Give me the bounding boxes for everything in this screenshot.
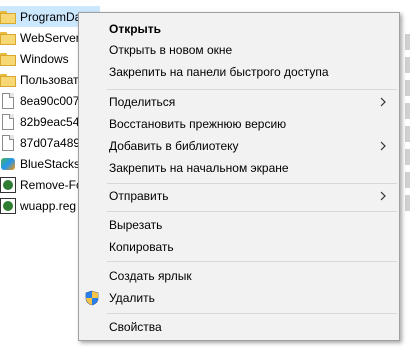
file-icon	[0, 113, 16, 130]
menu-separator	[107, 183, 397, 184]
side-strip	[404, 0, 410, 351]
menu-item-create-shortcut[interactable]: Создать ярлык	[79, 265, 399, 287]
menu-item-label: Поделиться	[109, 95, 176, 109]
menu-item-label: Вырезать	[109, 218, 163, 232]
side-mark	[405, 103, 410, 119]
menu-item-label: Копировать	[109, 240, 174, 254]
menu-item-label: Восстановить прежнюю версию	[109, 117, 287, 131]
folder-icon	[0, 9, 16, 25]
chevron-right-icon	[380, 141, 386, 151]
file-name: wuapp.reg	[20, 198, 77, 213]
file-name: Windows	[20, 51, 69, 66]
registry-icon	[0, 197, 16, 214]
file-name: 82b9eac54t	[20, 114, 83, 129]
file-name: 87d07a4891	[20, 135, 87, 150]
bluestacks-icon	[0, 156, 16, 172]
menu-item-label: Открыть	[109, 22, 162, 36]
side-mark	[405, 126, 410, 142]
chevron-right-icon	[380, 191, 386, 201]
menu-item-label: Удалить	[109, 291, 155, 305]
side-mark	[405, 172, 410, 188]
menu-separator	[107, 89, 397, 90]
context-menu: Открыть Открыть в новом окне Закрепить н…	[78, 12, 400, 341]
folder-icon	[0, 30, 16, 46]
menu-item-label: Закрепить на начальном экране	[109, 161, 289, 175]
uac-shield-icon	[85, 290, 99, 306]
menu-item-label: Открыть в новом окне	[109, 43, 233, 57]
file-name: Пользоват	[20, 72, 79, 87]
menu-item-label: Добавить в библиотеку	[109, 139, 239, 153]
menu-item-send-to[interactable]: Отправить	[79, 185, 399, 207]
menu-item-delete[interactable]: Удалить	[79, 287, 399, 309]
side-mark	[405, 195, 410, 211]
file-icon	[0, 134, 16, 151]
side-mark	[405, 57, 410, 73]
menu-item-cut[interactable]: Вырезать	[79, 214, 399, 236]
side-mark	[405, 80, 410, 96]
side-mark	[405, 149, 410, 165]
menu-item-properties[interactable]: Свойства	[79, 316, 399, 338]
menu-item-share[interactable]: Поделиться	[79, 91, 399, 113]
folder-icon	[0, 72, 16, 88]
side-mark	[405, 34, 410, 50]
script-icon	[0, 176, 16, 193]
menu-separator	[107, 211, 397, 212]
menu-item-open[interactable]: Открыть	[79, 18, 399, 40]
menu-item-open-new-window[interactable]: Открыть в новом окне	[79, 39, 399, 61]
file-name: Remove-Fo	[20, 177, 83, 192]
menu-item-label: Отправить	[109, 189, 169, 203]
file-name: WebServer	[20, 30, 80, 45]
menu-item-pin-quick-access[interactable]: Закрепить на панели быстрого доступа	[79, 61, 399, 83]
file-name: BlueStacks	[20, 156, 81, 171]
menu-item-label: Создать ярлык	[109, 269, 192, 283]
menu-item-label: Закрепить на панели быстрого доступа	[109, 65, 329, 79]
file-name: 8ea90c007f	[20, 93, 83, 108]
menu-item-copy[interactable]: Копировать	[79, 236, 399, 258]
menu-item-pin-start[interactable]: Закрепить на начальном экране	[79, 157, 399, 179]
menu-separator	[107, 261, 397, 262]
menu-item-restore-previous[interactable]: Восстановить прежнюю версию	[79, 113, 399, 135]
file-icon	[0, 92, 16, 109]
menu-separator	[107, 313, 397, 314]
folder-icon	[0, 51, 16, 67]
menu-item-label: Свойства	[109, 320, 162, 334]
chevron-right-icon	[380, 97, 386, 107]
menu-item-add-to-library[interactable]: Добавить в библиотеку	[79, 135, 399, 157]
